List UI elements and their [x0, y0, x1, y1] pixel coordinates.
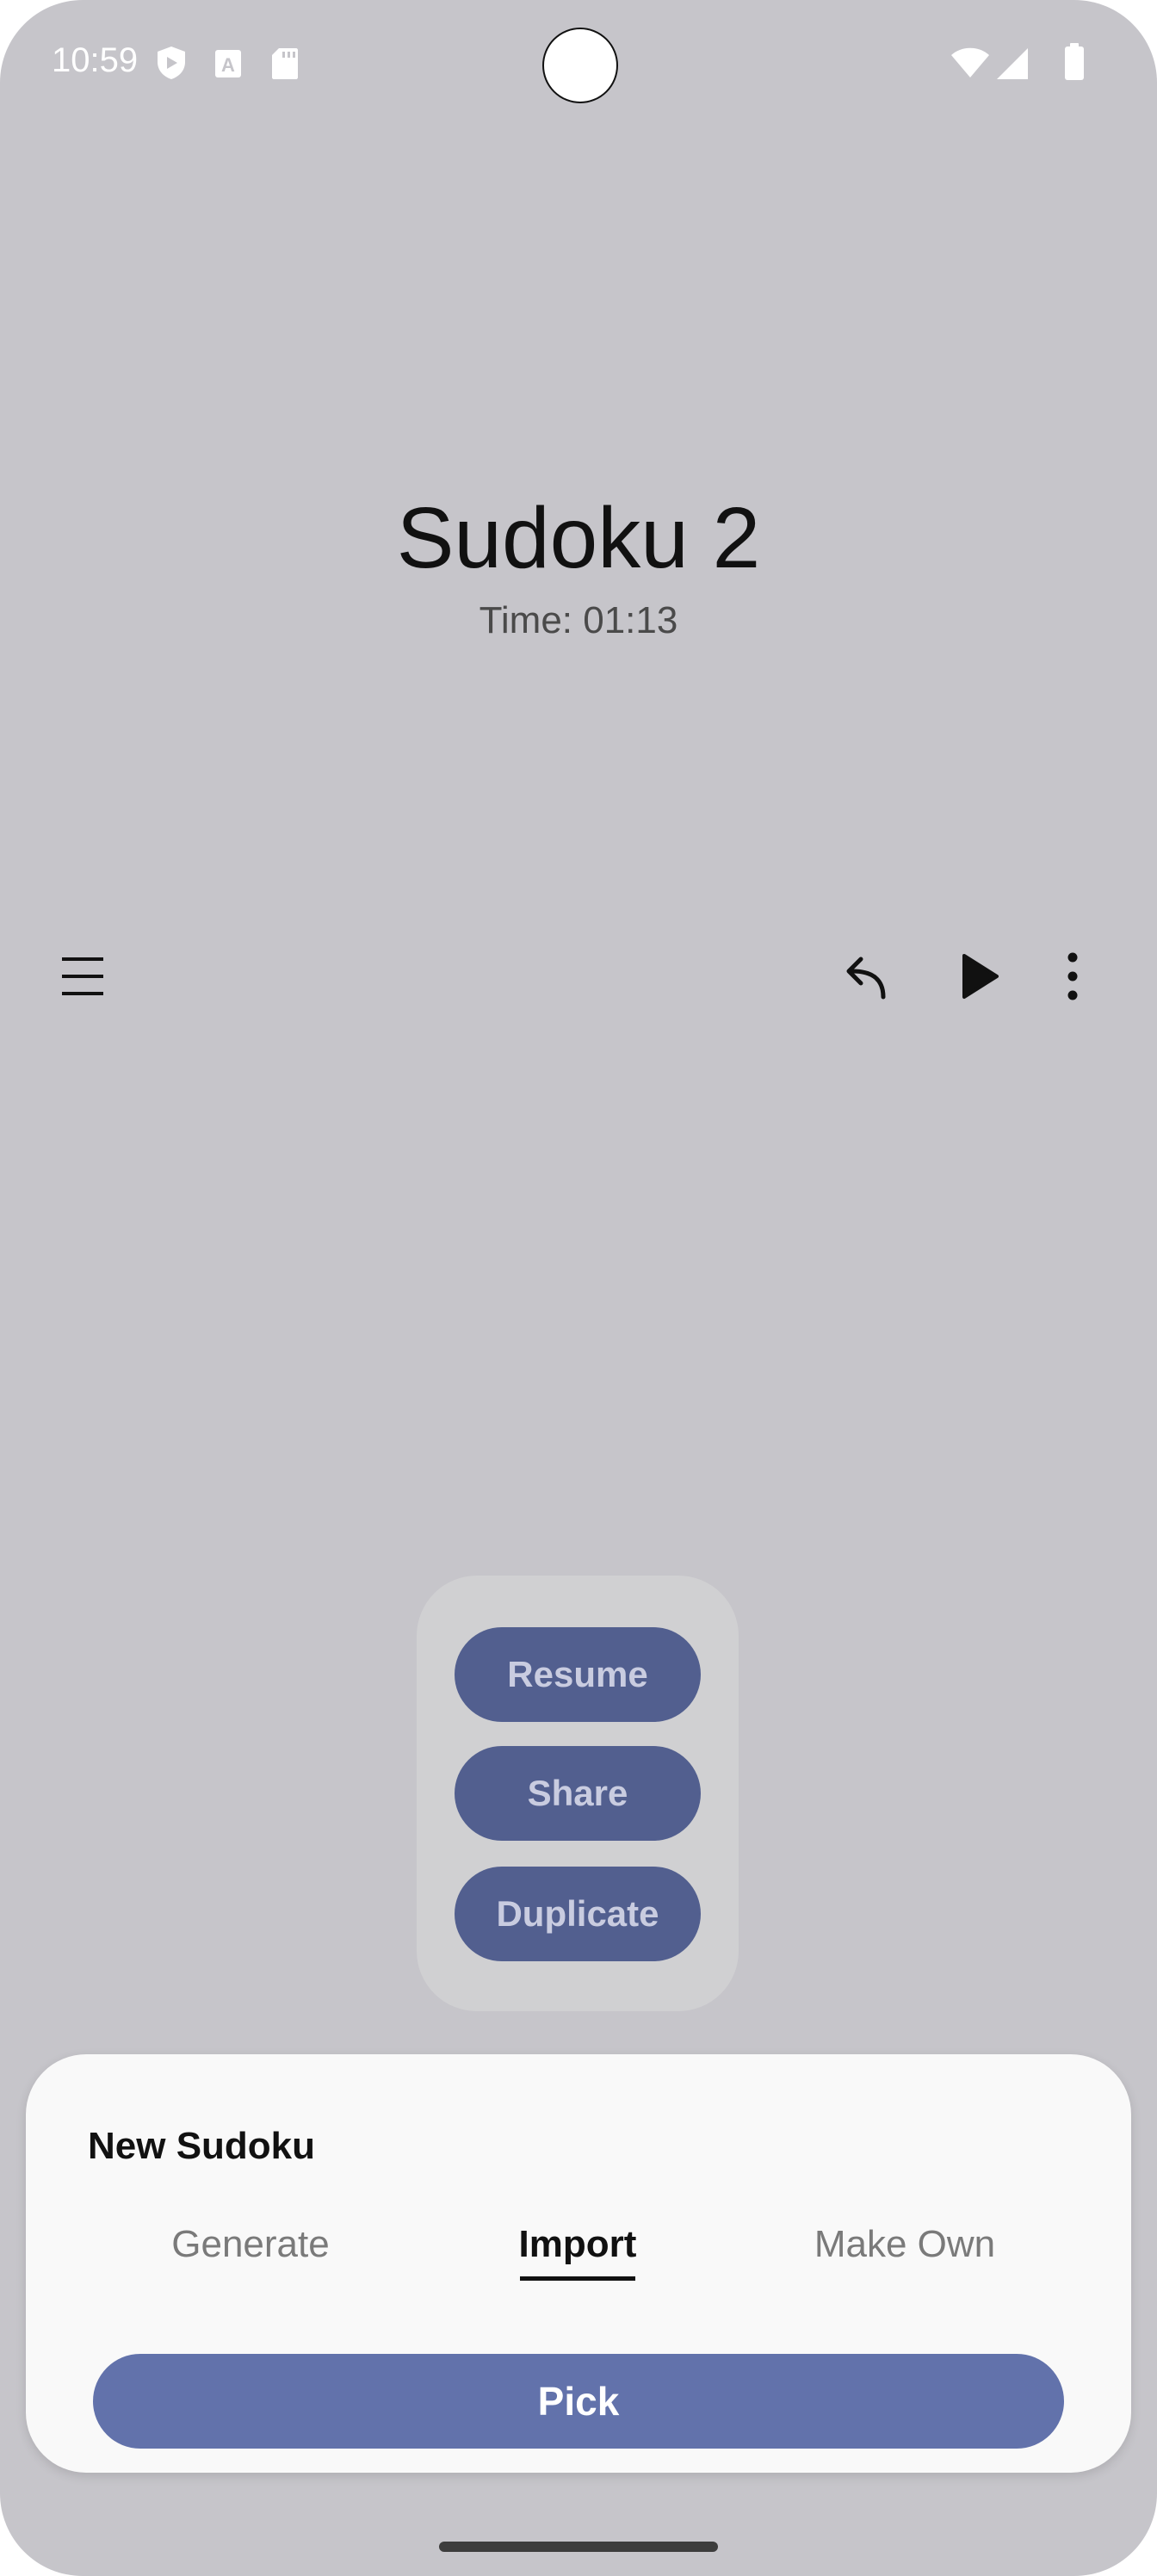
undo-icon[interactable] — [833, 945, 895, 1007]
tab-import[interactable]: Import — [519, 2223, 637, 2266]
duplicate-button[interactable]: Duplicate — [455, 1867, 701, 1961]
share-button[interactable]: Share — [455, 1746, 701, 1841]
tab-make-own[interactable]: Make Own — [814, 2223, 995, 2266]
pick-button[interactable]: Pick — [93, 2354, 1064, 2449]
active-tab-indicator — [520, 2276, 635, 2281]
home-indicator[interactable] — [439, 2542, 718, 2552]
wifi-icon — [951, 47, 989, 77]
menu-icon[interactable] — [52, 945, 114, 1007]
more-vert-icon[interactable] — [1042, 945, 1104, 1007]
status-time: 10:59 — [52, 41, 139, 79]
font-a-icon: A — [215, 50, 241, 77]
app-screen: 10:59 A Sudoku 2 Time: 01:13 Resume Shar… — [0, 0, 1157, 2576]
sheet-title: New Sudoku — [88, 2125, 316, 2167]
status-bar: 10:59 A — [0, 0, 1157, 129]
shield-icon — [158, 46, 185, 79]
tab-generate[interactable]: Generate — [171, 2223, 329, 2266]
battery-icon — [1065, 43, 1084, 80]
sd-card-icon — [272, 48, 298, 79]
game-options-menu: Resume Share Duplicate — [417, 1576, 739, 2011]
svg-text:A: A — [221, 54, 235, 76]
signal-icon — [997, 48, 1028, 79]
elapsed-time: Time: 01:13 — [479, 599, 678, 641]
new-sudoku-sheet: New Sudoku Generate Import Make Own Pick — [26, 2054, 1131, 2473]
puzzle-title: Sudoku 2 — [396, 490, 761, 586]
front-camera — [542, 28, 618, 103]
play-icon[interactable] — [947, 945, 1009, 1007]
resume-button[interactable]: Resume — [455, 1627, 701, 1722]
